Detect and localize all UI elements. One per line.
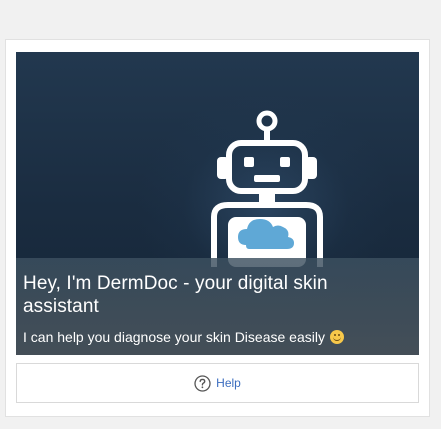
smiling-face-icon	[329, 330, 344, 344]
question-circle-icon	[194, 374, 211, 392]
help-label: Help	[216, 376, 241, 390]
hero-banner: Hey, I'm DermDoc - your digital skin ass…	[16, 52, 419, 355]
help-button[interactable]: Help	[16, 363, 419, 403]
hero-subtitle-row: I can help you diagnose your skin Diseas…	[23, 328, 413, 346]
welcome-card: Hey, I'm DermDoc - your digital skin ass…	[5, 39, 430, 417]
hero-title: Hey, I'm DermDoc - your digital skin ass…	[23, 273, 328, 317]
hero-caption: Hey, I'm DermDoc - your digital skin ass…	[16, 258, 419, 355]
robot-icon	[211, 110, 323, 267]
hero-subtitle: I can help you diagnose your skin Diseas…	[23, 329, 325, 345]
